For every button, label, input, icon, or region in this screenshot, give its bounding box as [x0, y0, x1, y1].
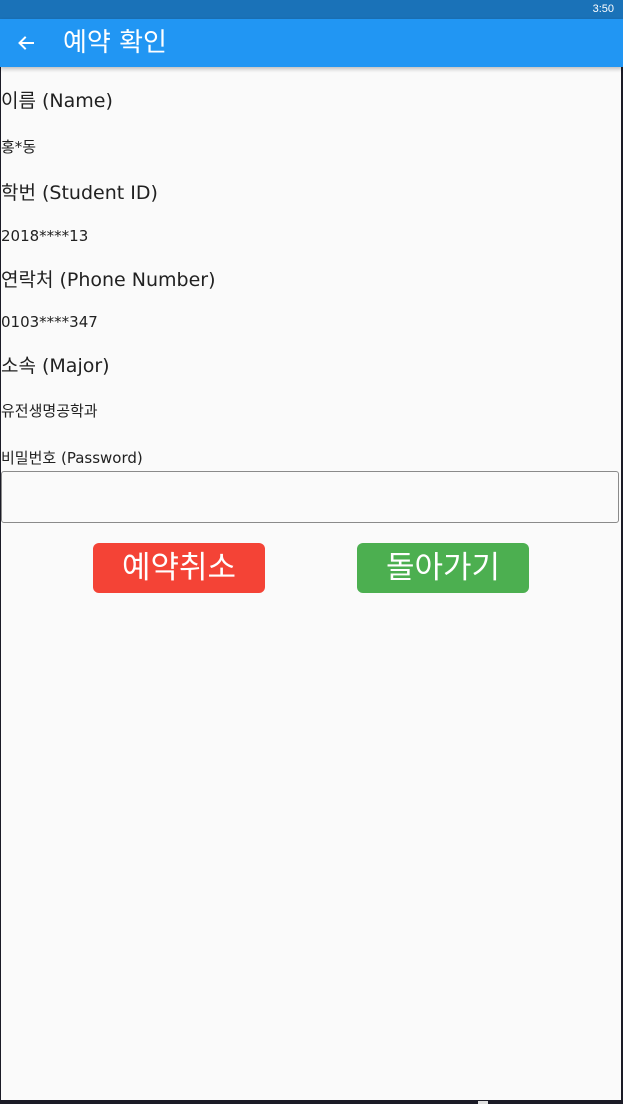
student-id-value: 2018****13	[1, 227, 89, 245]
page-title: 예약 확인	[63, 28, 167, 58]
student-id-label: 학번 (Student ID)	[1, 182, 158, 204]
name-label: 이름 (Name)	[1, 90, 113, 112]
reservation-details: 이름 (Name) 홍*동 학번 (Student ID) 2018****13…	[1, 67, 621, 1100]
major-value: 유전생명공학과	[1, 402, 98, 420]
password-label: 비밀번호 (Password)	[1, 449, 143, 467]
phone-label: 연락처 (Phone Number)	[1, 269, 216, 291]
status-time: 3:50	[592, 3, 614, 15]
phone-value: 0103****347	[1, 313, 98, 331]
name-value: 홍*동	[1, 138, 37, 156]
app-bar: 예약 확인	[0, 19, 623, 67]
device-screen: 3:50 예약 확인 이름 (Name) 홍*동 학번 (Student ID)…	[0, 0, 623, 1104]
cancel-reservation-button[interactable]: 예약취소	[93, 543, 265, 593]
arrow-left-icon	[18, 36, 34, 50]
status-bar: 3:50	[0, 0, 623, 19]
password-input[interactable]	[1, 471, 619, 523]
major-label: 소속 (Major)	[1, 355, 110, 377]
back-button[interactable]	[8, 25, 44, 61]
go-back-button[interactable]: 돌아가기	[357, 543, 529, 593]
